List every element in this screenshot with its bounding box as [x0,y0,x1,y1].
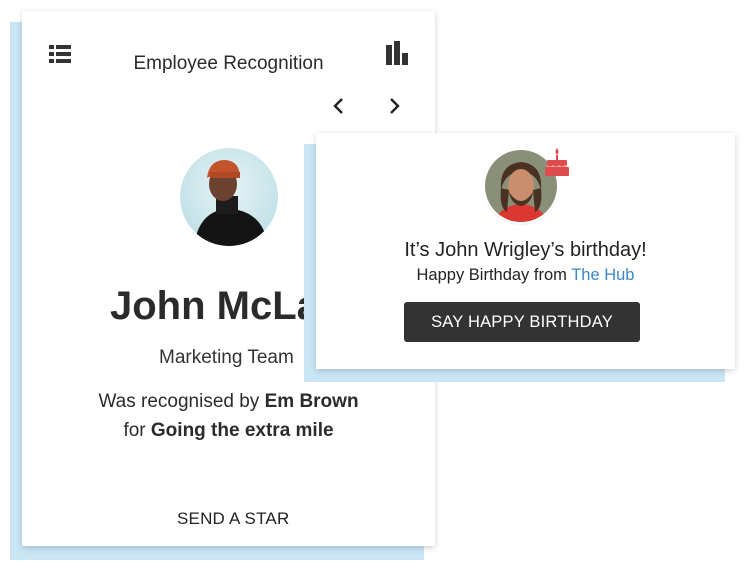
say-happy-birthday-button[interactable]: SAY HAPPY BIRTHDAY [404,302,640,342]
recognition-reason: Going the extra mile [150,420,334,441]
birthday-title: It’s John Wrigley’s birthday! [404,239,647,261]
send-star-button[interactable]: SEND A STAR [177,509,289,529]
bar-chart-icon[interactable] [386,41,410,65]
reason-prefix: for [123,420,146,441]
page-title: Employee Recognition [133,53,324,74]
recognition-reason-line: for Going the extra mile [22,420,435,442]
birthday-card: It’s John Wrigley’s birthday! Happy Birt… [316,133,735,369]
birthday-from-line: Happy Birthday from The Hub [316,266,735,285]
recognised-by-line: Was recognised by Em Brown [22,391,435,413]
birthday-cake-icon [544,147,570,177]
recognised-by-prefix: Was recognised by [98,391,260,412]
employee-team: Marketing Team [159,347,294,368]
recognised-by-name: Em Brown [264,391,359,412]
the-hub-link[interactable]: The Hub [571,266,634,284]
chevron-right-icon[interactable] [387,97,401,115]
employee-avatar [180,148,278,246]
chevron-left-icon[interactable] [332,97,346,115]
birthday-from-prefix: Happy Birthday from [416,266,567,284]
employee-name: John McLa [110,284,319,328]
